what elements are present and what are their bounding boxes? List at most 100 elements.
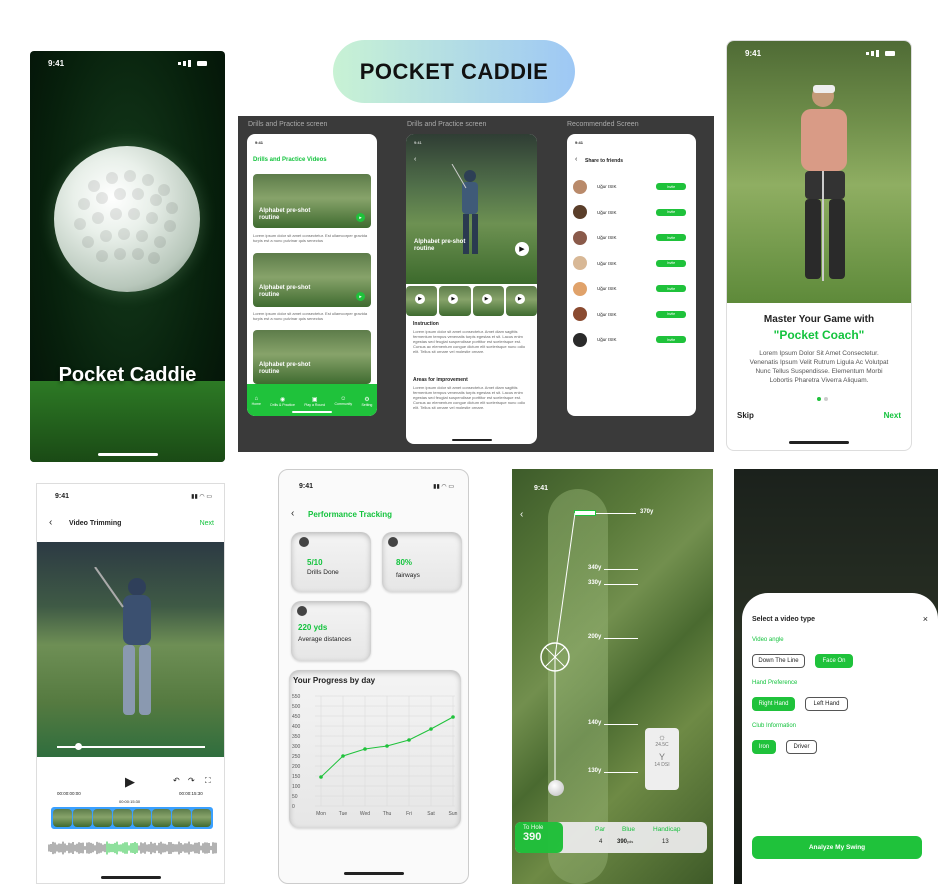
performance-screen: 9:41 ▮▮ ◠ ▭ ‹ Performance Tracking 5/10 …: [278, 469, 469, 884]
distance-top: 370y: [640, 509, 654, 515]
video-type-screen: Select a video type × Video angle Down T…: [734, 469, 938, 884]
col-par: Par: [595, 826, 606, 833]
golfer-figure: [94, 567, 151, 715]
panel-label-3: Recommended Screen: [567, 121, 639, 128]
golfer-figure: [451, 164, 478, 254]
data-point: [363, 747, 367, 751]
left-hand-option[interactable]: Left Hand: [805, 697, 848, 711]
invite-button[interactable]: Invite: [656, 336, 686, 344]
nav-drills[interactable]: ◉ Drills & Practice: [270, 396, 295, 407]
home-indicator: [97, 453, 158, 456]
undo-icon[interactable]: ↶: [173, 776, 180, 785]
status-icons: ▮▮ ◠ ▭: [433, 484, 454, 490]
home-indicator: [292, 411, 332, 413]
progress-line-chart: 0 50 100 150 200 250 300 350 400 450 500 550 Mon Tue W…: [292, 694, 458, 817]
onboard-title-2: "Pocket Coach": [773, 328, 865, 342]
distance-line: [604, 569, 638, 570]
next-button[interactable]: Next: [884, 411, 901, 420]
distance-line: [604, 638, 638, 639]
x-tick-label: Wed: [360, 811, 370, 817]
invite-button[interactable]: Invite: [656, 208, 686, 216]
instruction-heading: Instruction: [413, 321, 439, 327]
frame-strip[interactable]: [51, 807, 213, 829]
invite-button[interactable]: Invite: [656, 234, 686, 242]
strip-thumb[interactable]: ▶: [406, 286, 438, 316]
play-icon: ▶: [415, 294, 425, 304]
x-tick-label: Fri: [406, 811, 412, 817]
frame-thumb: [72, 809, 92, 827]
back-icon[interactable]: ‹: [414, 156, 416, 163]
y-tick-label: 300: [292, 744, 301, 750]
down-the-line-option[interactable]: Down The Line: [752, 654, 805, 668]
close-icon[interactable]: ×: [923, 614, 928, 624]
distance-mark: 200y: [588, 634, 602, 640]
frame-thumb: [53, 809, 72, 827]
time-mid: 00:00:15:30: [119, 799, 141, 804]
invite-button[interactable]: Invite: [656, 259, 686, 267]
nav-home[interactable]: ⌂ Home: [252, 396, 261, 406]
redo-icon[interactable]: ↷: [188, 776, 195, 785]
back-icon[interactable]: ‹: [575, 156, 577, 163]
status-icons: ▮▮ ◠ ▭: [191, 494, 212, 500]
scrub-handle[interactable]: [75, 743, 82, 750]
video-card-3[interactable]: Alphabet pre-shot routine: [253, 330, 371, 384]
nav-play[interactable]: ▣ Play a Round: [304, 396, 325, 407]
play-button[interactable]: ▶: [125, 774, 135, 790]
screens-panel: Drills and Practice screen Drills and Pr…: [238, 116, 714, 452]
strip-thumb[interactable]: ▶: [505, 286, 537, 316]
strip-thumb[interactable]: ▶: [472, 286, 504, 316]
back-icon[interactable]: ‹: [520, 509, 523, 520]
driver-option[interactable]: Driver: [786, 740, 817, 754]
friend-name: Uğur ISIK: [597, 209, 617, 215]
val-par: 4: [599, 839, 603, 845]
distance-line: [604, 584, 638, 585]
stat-label: Average distances: [298, 636, 352, 643]
nav-setting[interactable]: ⚙ Setting: [361, 396, 372, 407]
face-on-option[interactable]: Face On: [815, 654, 853, 668]
next-button[interactable]: Next: [200, 520, 214, 527]
invite-button[interactable]: Invite: [656, 310, 686, 318]
strip-thumb[interactable]: ▶: [439, 286, 471, 316]
video-card-1[interactable]: Alphabet pre-shot routine ▸: [253, 174, 371, 228]
data-point: [407, 738, 411, 742]
friend-name: Uğur ISIK: [597, 337, 617, 343]
x-tick-label: Sun: [449, 811, 458, 817]
status-icons: [177, 59, 207, 68]
stat-card-fairways: 80% fairways: [382, 532, 462, 592]
fairway-icon: [388, 537, 398, 547]
back-icon[interactable]: ‹: [49, 517, 52, 528]
status-icons: [865, 49, 895, 58]
avatar: [573, 307, 587, 322]
fullscreen-icon[interactable]: ⛶: [205, 776, 211, 786]
back-icon[interactable]: ‹: [291, 508, 294, 519]
panel-label-2: Drills and Practice screen: [407, 121, 487, 128]
iron-option[interactable]: Iron: [752, 740, 776, 754]
invite-button[interactable]: Invite: [656, 285, 686, 293]
skip-button[interactable]: Skip: [737, 411, 754, 420]
distance-line: [604, 724, 638, 725]
stat-value: 5/10: [307, 558, 323, 567]
frame-thumb: [112, 809, 132, 827]
distance-mark: 340y: [588, 565, 602, 571]
val-handicap: 13: [662, 839, 669, 845]
video-card-2[interactable]: Alphabet pre-shot routine ▸: [253, 253, 371, 307]
distance-mark: 130y: [588, 768, 602, 774]
y-tick-label: 500: [292, 704, 301, 710]
friend-row: Uğur ISIK Invite: [571, 225, 692, 251]
right-hand-option[interactable]: Right Hand: [752, 697, 795, 711]
play-icon[interactable]: ▶: [515, 242, 529, 256]
play-icon[interactable]: ▸: [356, 213, 365, 222]
friend-name: Uğur ISIK: [597, 286, 617, 292]
avatar: [573, 256, 587, 271]
play-icon: ▶: [514, 294, 525, 304]
friend-name: Uğur ISIK: [597, 184, 617, 190]
video-title: Alphabet pre-shot routine: [259, 208, 311, 221]
y-tick-label: 250: [292, 754, 301, 760]
play-icon[interactable]: ▸: [356, 292, 365, 301]
friend-name: Uğur ISIK: [597, 235, 617, 241]
analyze-swing-button[interactable]: Analyze My Swing: [752, 836, 922, 859]
nav-community[interactable]: ☺ Community: [334, 396, 352, 406]
frame-thumb: [132, 809, 152, 827]
trim-video: [37, 542, 224, 757]
invite-button[interactable]: Invite: [656, 183, 686, 191]
